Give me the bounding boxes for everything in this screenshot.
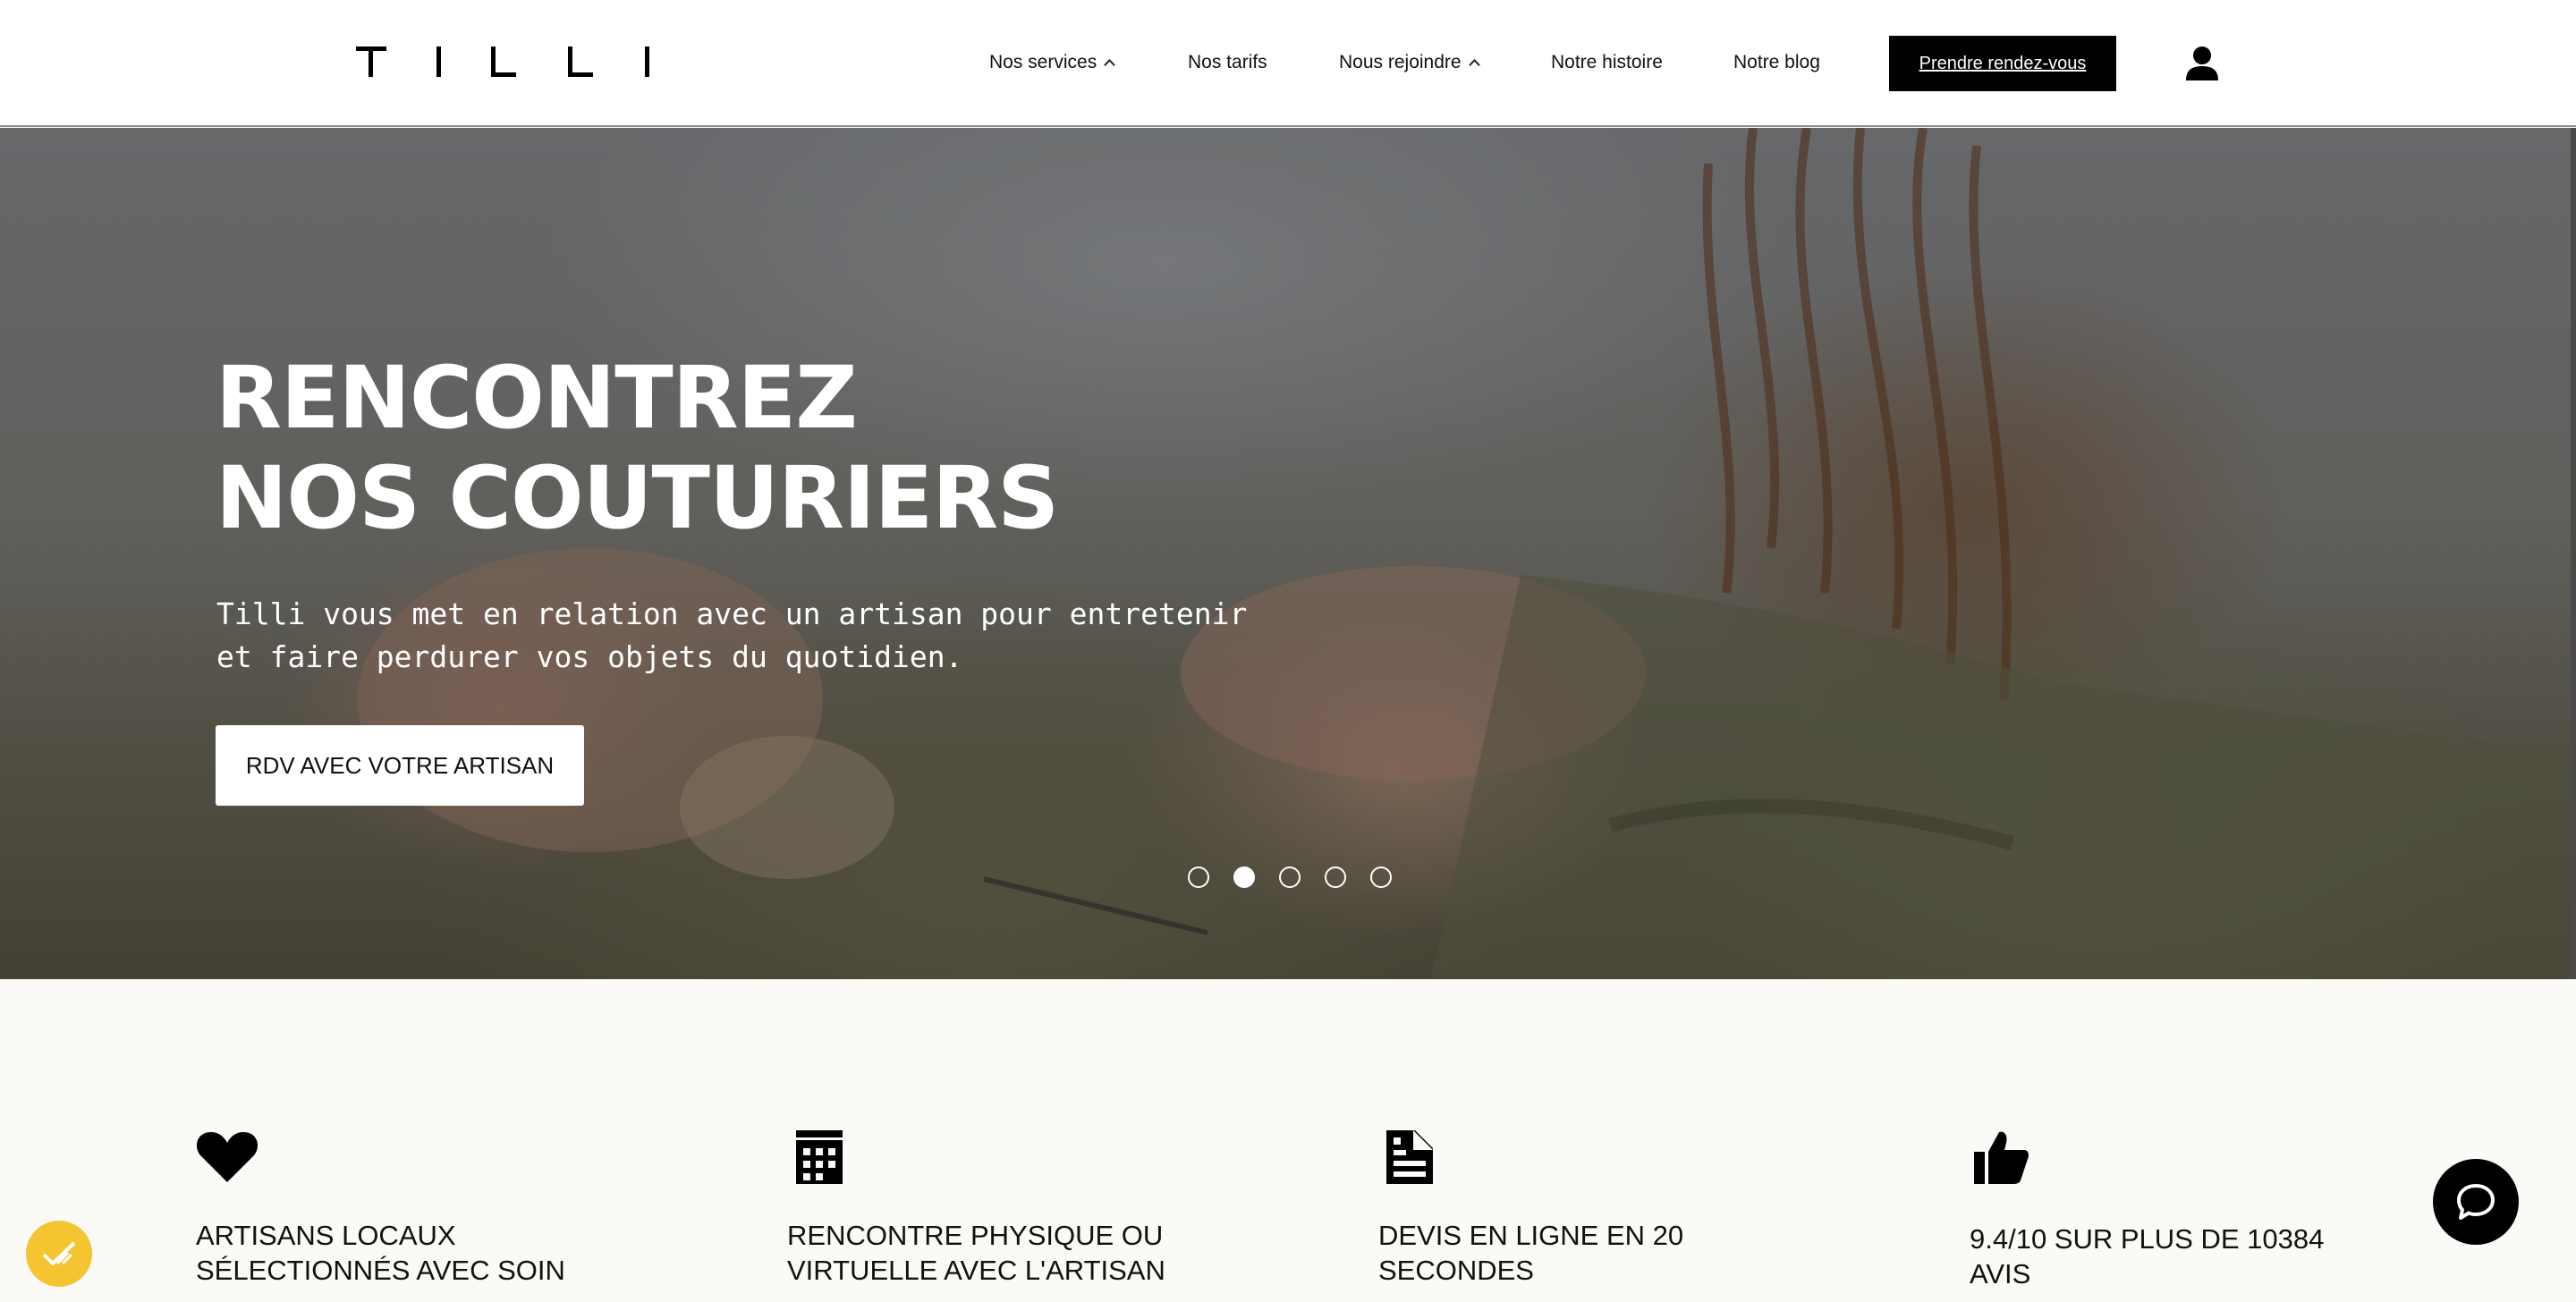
nav-services-label: Nos services (989, 52, 1097, 72)
nav-blog-label: Notre blog (1733, 52, 1820, 72)
feature-title-line1: ARTISANS LOCAUX (196, 1220, 456, 1251)
chevron-up-icon (1104, 59, 1116, 71)
document-icon (1386, 1130, 1433, 1184)
hero-title: RENCONTREZ NOS COUTURIERS (216, 348, 1059, 548)
site-header: Nos services Nos tarifs Nous rejoindre N… (0, 0, 2576, 127)
nav-blog[interactable]: Notre blog (1733, 52, 1820, 73)
calendar-icon (796, 1130, 843, 1184)
nav-tarifs-label: Nos tarifs (1188, 52, 1267, 72)
feature-title-line1: RENCONTRE PHYSIQUE OU (787, 1220, 1164, 1251)
cookie-consent-button[interactable] (26, 1221, 92, 1287)
carousel-dot[interactable] (1188, 867, 1209, 888)
nav-tarifs[interactable]: Nos tarifs (1188, 52, 1267, 73)
carousel-dot[interactable] (1325, 867, 1346, 888)
feature-title-line1: DEVIS EN LIGNE EN 20 (1378, 1220, 1684, 1251)
nav-rejoindre-label: Nous rejoindre (1339, 52, 1462, 72)
hero-subtitle-line1: Tilli vous met en relation avec un artis… (216, 596, 1248, 631)
feature-local-artisans: ARTISANS LOCAUX SÉLECTIONNÉS AVEC SOIN (196, 1218, 661, 1288)
nav-histoire-label: Notre histoire (1551, 52, 1663, 72)
feature-title-line2: SECONDES (1378, 1255, 1534, 1286)
nav-histoire[interactable]: Notre histoire (1551, 52, 1663, 73)
feature-online-quote: DEVIS EN LIGNE EN 20 SECONDES (1378, 1218, 1843, 1288)
hero-subtitle: Tilli vous met en relation avec un artis… (216, 593, 1272, 679)
hero-banner: RENCONTREZ NOS COUTURIERS Tilli vous met… (0, 128, 2576, 979)
carousel-dot-active[interactable] (1233, 867, 1255, 888)
chevron-up-icon (1468, 59, 1480, 71)
feature-title-line2: AVIS (1970, 1258, 2031, 1289)
feature-title-line2: SÉLECTIONNÉS AVEC SOIN (196, 1255, 565, 1286)
feature-title-line1: 9.4/10 SUR PLUS DE 10384 (1970, 1223, 2325, 1255)
book-artisan-button[interactable]: RDV AVEC VOTRE ARTISAN (216, 725, 584, 806)
page-scrollbar[interactable] (2571, 128, 2576, 979)
tilli-logo[interactable] (356, 46, 649, 79)
chat-support-button[interactable] (2433, 1159, 2519, 1245)
logo-letter-i (645, 46, 649, 77)
book-appointment-button[interactable]: Prendre rendez-vous (1889, 36, 2116, 91)
logo-letter-l (568, 46, 595, 77)
logo-letter-t (356, 46, 386, 77)
hero-title-line2: NOS COUTURIERS (216, 448, 1059, 548)
thumbs-up-icon (1974, 1131, 2029, 1184)
carousel-pagination (1188, 867, 1392, 888)
checkmark-icon (42, 1241, 76, 1266)
carousel-dot[interactable] (1279, 867, 1301, 888)
heart-icon (197, 1132, 258, 1182)
logo-letter-l (491, 46, 518, 77)
nav-rejoindre[interactable]: Nous rejoindre (1339, 52, 1480, 73)
feature-reviews: 9.4/10 SUR PLUS DE 10384 AVIS (1970, 1222, 2435, 1291)
hero-title-line1: RENCONTREZ (216, 348, 858, 448)
hero-subtitle-line2: et faire perdurer vos objets du quotidie… (216, 639, 963, 674)
nav-services[interactable]: Nos services (989, 52, 1116, 73)
feature-title-line2: VIRTUELLE AVEC L'ARTISAN (787, 1255, 1165, 1286)
feature-meeting: RENCONTRE PHYSIQUE OU VIRTUELLE AVEC L'A… (787, 1218, 1252, 1288)
chat-bubble-icon (2457, 1184, 2495, 1220)
hero-dark-overlay (0, 128, 2576, 979)
logo-letter-i (436, 46, 441, 77)
carousel-dot[interactable] (1370, 867, 1392, 888)
user-icon[interactable] (2183, 45, 2221, 82)
